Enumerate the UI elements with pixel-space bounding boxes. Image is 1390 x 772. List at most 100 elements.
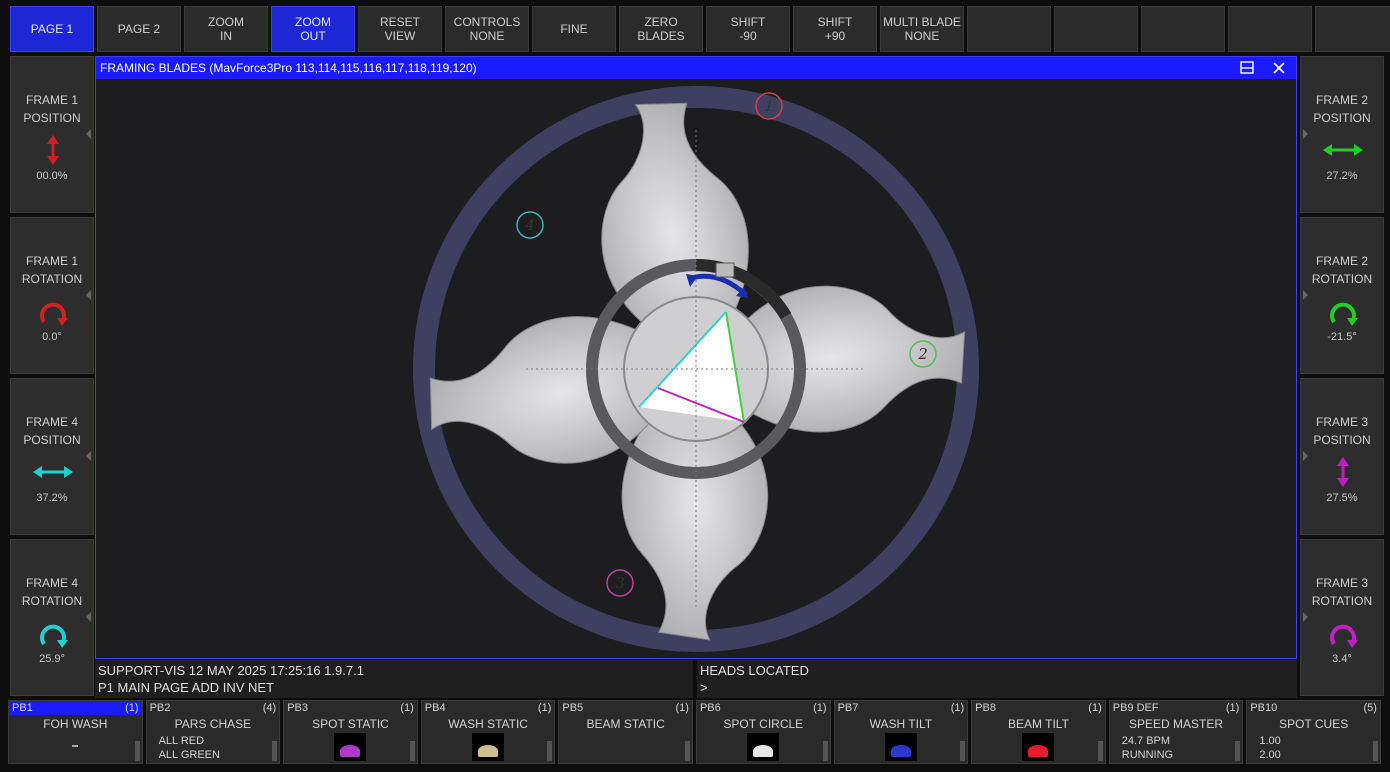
playback-8[interactable]: PB8 (1) BEAM TILT bbox=[971, 700, 1106, 764]
softkey-13[interactable] bbox=[1054, 6, 1138, 52]
playback-id: PB7 bbox=[837, 702, 859, 714]
softkey-label: MULTI BLADE NONE bbox=[883, 15, 961, 43]
left-encoder-1[interactable]: FRAME 1 POSITION 00.0% bbox=[10, 56, 94, 213]
playback-3[interactable]: PB3 (1) SPOT STATIC bbox=[283, 700, 418, 764]
softkey-4[interactable]: ZOOM OUT bbox=[271, 6, 355, 52]
right-encoder-1[interactable]: FRAME 2 POSITION 27.2% bbox=[1300, 56, 1384, 213]
maximize-icon[interactable] bbox=[1238, 59, 1256, 77]
left-encoder-2[interactable]: FRAME 1 ROTATION 0.0° bbox=[10, 217, 94, 374]
horizontal-double-arrow-icon bbox=[33, 457, 73, 487]
playback-fader-icon[interactable] bbox=[684, 741, 690, 761]
encoder-indicator-icon bbox=[86, 290, 91, 300]
softkey-11[interactable]: MULTI BLADE NONE bbox=[880, 6, 964, 52]
playback-fader-icon[interactable] bbox=[272, 741, 278, 761]
playback-fader-icon[interactable] bbox=[1097, 741, 1103, 761]
playback-count: (1) bbox=[537, 702, 552, 714]
status-panel-right: HEADS LOCATED > bbox=[697, 660, 1297, 698]
playback-fader-icon[interactable] bbox=[409, 741, 415, 761]
softkey-8[interactable]: ZERO BLADES bbox=[619, 6, 703, 52]
blade-4-label[interactable]: 4 bbox=[516, 211, 544, 239]
playback-id: PB8 bbox=[975, 702, 996, 714]
playback-count: (1) bbox=[813, 702, 827, 714]
softkey-16[interactable] bbox=[1315, 6, 1390, 52]
close-icon[interactable] bbox=[1270, 59, 1288, 77]
blade-number: 3 bbox=[615, 574, 625, 592]
playback-6[interactable]: PB6 (1) SPOT CIRCLE bbox=[695, 700, 831, 764]
window-title-bar[interactable]: FRAMING BLADES (MavForce3Pro 113,114,115… bbox=[96, 57, 1296, 79]
playback-count: (1) bbox=[1088, 702, 1102, 714]
softkey-label: PAGE 2 bbox=[117, 22, 161, 36]
encoder-label: FRAME 1 POSITION bbox=[23, 93, 81, 125]
vertical-double-arrow-icon bbox=[1323, 457, 1363, 487]
playback-name: PARS CHASE bbox=[174, 717, 252, 731]
playback-fader-icon[interactable] bbox=[1372, 741, 1378, 761]
playback-id: PB4 bbox=[424, 702, 446, 714]
encoder-label: FRAME 2 ROTATION bbox=[1311, 254, 1373, 286]
softkey-9[interactable]: SHIFT -90 bbox=[706, 6, 790, 52]
left-encoder-3[interactable]: FRAME 4 POSITION 37.2% bbox=[10, 378, 94, 535]
encoder-value: 00.0% bbox=[36, 170, 68, 182]
blade-visualizer-canvas[interactable]: 1 2 3 4 bbox=[96, 80, 1296, 658]
command-prompt[interactable]: > bbox=[700, 679, 1294, 696]
playback-2[interactable]: PB2 (4) PARS CHASE ALL RED ALL GREEN bbox=[145, 700, 281, 764]
status-message: HEADS LOCATED bbox=[700, 663, 809, 678]
right-encoder-4[interactable]: FRAME 3 ROTATION 3.4° bbox=[1300, 539, 1384, 696]
playback-10[interactable]: PB10 (5) SPOT CUES 1.00 2.00 bbox=[1246, 700, 1381, 764]
playback-name: WASH TILT bbox=[869, 717, 933, 731]
softkey-2[interactable]: PAGE 2 bbox=[97, 6, 181, 52]
top-softkey-bar: PAGE 1 PAGE 2 ZOOM IN ZOOM OUT RESET VIEW CON… bbox=[10, 6, 1390, 52]
window-title: FRAMING BLADES (MavForce3Pro 113,114,115… bbox=[100, 61, 477, 75]
encoder-value: 37.2% bbox=[36, 492, 68, 504]
playback-fader-icon[interactable] bbox=[822, 741, 828, 761]
playback-9[interactable]: PB9 DEF (1) SPEED MASTER 24.7 BPM RUNNING bbox=[1108, 700, 1244, 764]
playback-count: (1) bbox=[1225, 702, 1240, 714]
encoder-label: FRAME 1 ROTATION bbox=[21, 254, 83, 286]
rotate-counterclockwise-icon bbox=[1323, 296, 1363, 326]
right-encoder-2[interactable]: FRAME 2 ROTATION -21.5° bbox=[1300, 217, 1384, 374]
softkey-6[interactable]: CONTROLS NONE bbox=[445, 6, 529, 52]
rotate-arc-icon bbox=[33, 296, 73, 326]
encoder-indicator-icon bbox=[1303, 129, 1308, 139]
status-line-version: SUPPORT-VIS 12 MAY 2025 17:25:16 1.9.7.1 bbox=[98, 663, 364, 678]
playback-id: PB1 bbox=[12, 702, 33, 714]
playback-id: PB10 bbox=[1250, 702, 1278, 714]
playback-name: BEAM TILT bbox=[1008, 717, 1069, 731]
playback-header: PB4 (1) bbox=[422, 701, 555, 715]
playback-header: PB8 (1) bbox=[972, 701, 1105, 715]
left-encoder-4[interactable]: FRAME 4 ROTATION 25.9° bbox=[10, 539, 94, 696]
softkey-15[interactable] bbox=[1228, 6, 1312, 52]
blade-3-label[interactable]: 3 bbox=[606, 569, 634, 597]
playback-fader-icon[interactable] bbox=[960, 741, 966, 761]
softkey-10[interactable]: SHIFT +90 bbox=[793, 6, 877, 52]
framing-blades-screen: PAGE 1 PAGE 2 ZOOM IN ZOOM OUT RESET VIEW CON… bbox=[0, 0, 1390, 772]
playback-header: PB2 (4) bbox=[147, 701, 280, 715]
blade-number: 2 bbox=[917, 345, 928, 363]
blade-number: 4 bbox=[524, 216, 535, 234]
playback-fader-icon[interactable] bbox=[134, 741, 140, 761]
playback-7[interactable]: PB7 (1) WASH TILT bbox=[833, 700, 969, 764]
playback-5[interactable]: PB5 (1) BEAM STATIC bbox=[558, 700, 693, 764]
playback-id: PB2 bbox=[149, 702, 171, 714]
playback-4[interactable]: PB4 (1) WASH STATIC bbox=[420, 700, 556, 764]
softkey-3[interactable]: ZOOM IN bbox=[184, 6, 268, 52]
encoder-label: FRAME 4 ROTATION bbox=[21, 576, 83, 608]
softkey-14[interactable] bbox=[1141, 6, 1225, 52]
playback-1[interactable]: PB1 (1) FOH WASH bbox=[8, 700, 143, 764]
rotation-handle-knob bbox=[715, 262, 735, 278]
playback-id: PB3 bbox=[287, 702, 308, 714]
blade-number: 1 bbox=[764, 97, 774, 115]
softkey-7[interactable]: FINE bbox=[532, 6, 616, 52]
playback-name: SPOT STATIC bbox=[312, 717, 389, 731]
encoder-value: 27.2% bbox=[1326, 170, 1358, 182]
encoder-value: 25.9° bbox=[39, 653, 65, 665]
playback-fader-icon[interactable] bbox=[1235, 741, 1241, 761]
right-encoder-3[interactable]: FRAME 3 POSITION 27.5% bbox=[1300, 378, 1384, 535]
playback-fader-icon[interactable] bbox=[547, 741, 553, 761]
softkey-5[interactable]: RESET VIEW bbox=[358, 6, 442, 52]
softkey-12[interactable] bbox=[967, 6, 1051, 52]
softkey-1[interactable]: PAGE 1 bbox=[10, 6, 94, 52]
playback-name: BEAM STATIC bbox=[586, 717, 665, 731]
playback-name: FOH WASH bbox=[43, 717, 108, 731]
encoder-indicator-icon bbox=[86, 129, 91, 139]
playback-name: SPOT CUES bbox=[1279, 717, 1349, 731]
